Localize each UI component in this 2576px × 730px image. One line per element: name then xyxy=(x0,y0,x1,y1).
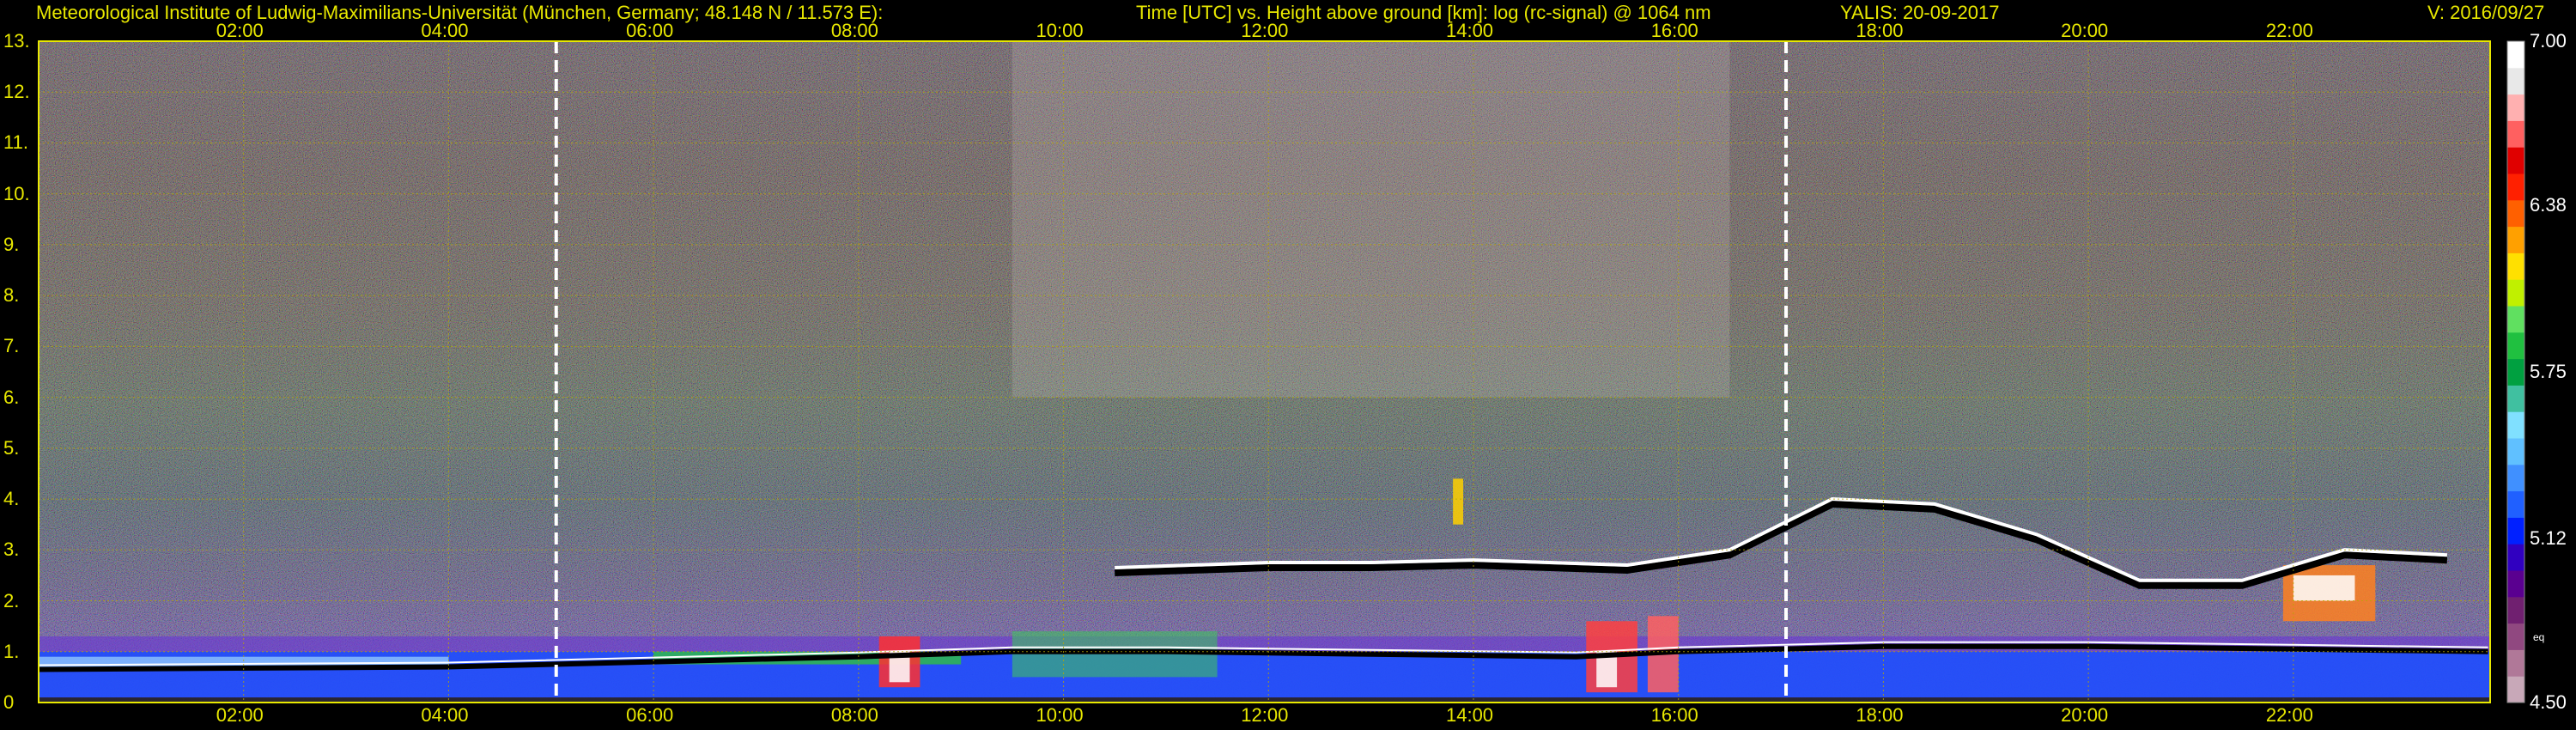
x-tick-top: 04:00 xyxy=(421,20,469,41)
colorbar-segment xyxy=(2507,623,2524,650)
colorbar-segment xyxy=(2507,649,2524,677)
x-tick-top: 22:00 xyxy=(2265,20,2313,41)
y-tick: 0 xyxy=(3,691,15,713)
colorbar-segment xyxy=(2507,490,2524,518)
cloud-blob-6 xyxy=(2293,575,2355,601)
colorbar-segment xyxy=(2507,332,2524,360)
colorbar-segment xyxy=(2507,279,2524,307)
colorbar-segment xyxy=(2507,517,2524,544)
colorbar-segment xyxy=(2507,596,2524,624)
x-tick-bottom: 18:00 xyxy=(1856,704,1904,726)
x-tick-bottom: 06:00 xyxy=(626,704,674,726)
x-tick-top: 14:00 xyxy=(1445,20,1494,41)
y-tick: 3. xyxy=(3,538,20,561)
colorbar-segment xyxy=(2507,226,2524,253)
version-label: V: 2016/09/27 xyxy=(2427,2,2545,23)
x-tick-top: 06:00 xyxy=(626,20,674,41)
x-tick-bottom: 16:00 xyxy=(1650,704,1698,726)
x-tick-bottom: 22:00 xyxy=(2265,704,2313,726)
colorbar-segment xyxy=(2507,252,2524,280)
colorbar-tick: 6.38 xyxy=(2530,193,2567,216)
x-tick-top: 18:00 xyxy=(1856,20,1904,41)
colorbar-segment xyxy=(2507,67,2524,95)
y-tick: 10. xyxy=(3,182,30,204)
x-tick-bottom: 08:00 xyxy=(830,704,878,726)
colorbar-segment xyxy=(2507,464,2524,492)
x-tick-bottom: 12:00 xyxy=(1241,704,1289,726)
y-tick: 1. xyxy=(3,640,20,662)
y-tick: 6. xyxy=(3,386,20,408)
x-tick-top: 08:00 xyxy=(830,20,878,41)
colorbar-segment xyxy=(2507,173,2524,201)
colorbar-segment xyxy=(2507,570,2524,598)
x-tick-top: 12:00 xyxy=(1241,20,1289,41)
cloud-blob-7 xyxy=(1453,478,1464,525)
x-tick-top: 20:00 xyxy=(2061,20,2109,41)
x-tick-top: 02:00 xyxy=(216,20,264,41)
colorbar-segment xyxy=(2507,199,2524,228)
x-tick-bottom: 20:00 xyxy=(2061,704,2109,726)
y-tick: 8. xyxy=(3,284,20,307)
x-tick-top: 16:00 xyxy=(1650,20,1698,41)
x-tick-top: 10:00 xyxy=(1036,20,1084,41)
plot-title: Time [UTC] vs. Height above ground [km]:… xyxy=(1136,2,1711,23)
colorbar-unit-label: eq xyxy=(2533,631,2545,643)
y-tick: 2. xyxy=(3,589,20,611)
y-tick: 13. xyxy=(3,30,30,52)
y-tick: 9. xyxy=(3,233,20,255)
y-tick: 11. xyxy=(3,131,28,154)
colorbar-segment xyxy=(2507,41,2524,69)
colorbar-tick: 4.50 xyxy=(2530,691,2567,713)
colorbar-tick: 5.75 xyxy=(2530,361,2567,382)
colorbar-segment xyxy=(2507,676,2524,703)
colorbar-segment xyxy=(2507,120,2524,148)
colorbar-segment xyxy=(2507,411,2524,439)
x-tick-bottom: 04:00 xyxy=(421,704,469,726)
colorbar-segment xyxy=(2507,358,2524,386)
y-tick: 4. xyxy=(3,488,20,510)
colorbar-segment xyxy=(2507,438,2524,465)
colorbar-segment xyxy=(2507,306,2524,333)
y-tick: 12. xyxy=(3,81,30,103)
colorbar-segment xyxy=(2507,385,2524,412)
x-tick-bottom: 14:00 xyxy=(1445,704,1494,726)
daylight-noise xyxy=(1012,41,1730,398)
colorbar-tick: 5.12 xyxy=(2530,527,2567,550)
colorbar-tick: 7.00 xyxy=(2530,30,2567,52)
colorbar-segment xyxy=(2507,94,2524,121)
lidar-heatmap xyxy=(38,40,2525,703)
x-tick-bottom: 10:00 xyxy=(1036,704,1084,726)
y-tick: 7. xyxy=(3,335,20,357)
x-tick-bottom: 02:00 xyxy=(216,704,264,726)
y-tick: 5. xyxy=(3,436,20,459)
colorbar-segment xyxy=(2507,147,2524,174)
colorbar-segment xyxy=(2507,544,2524,571)
